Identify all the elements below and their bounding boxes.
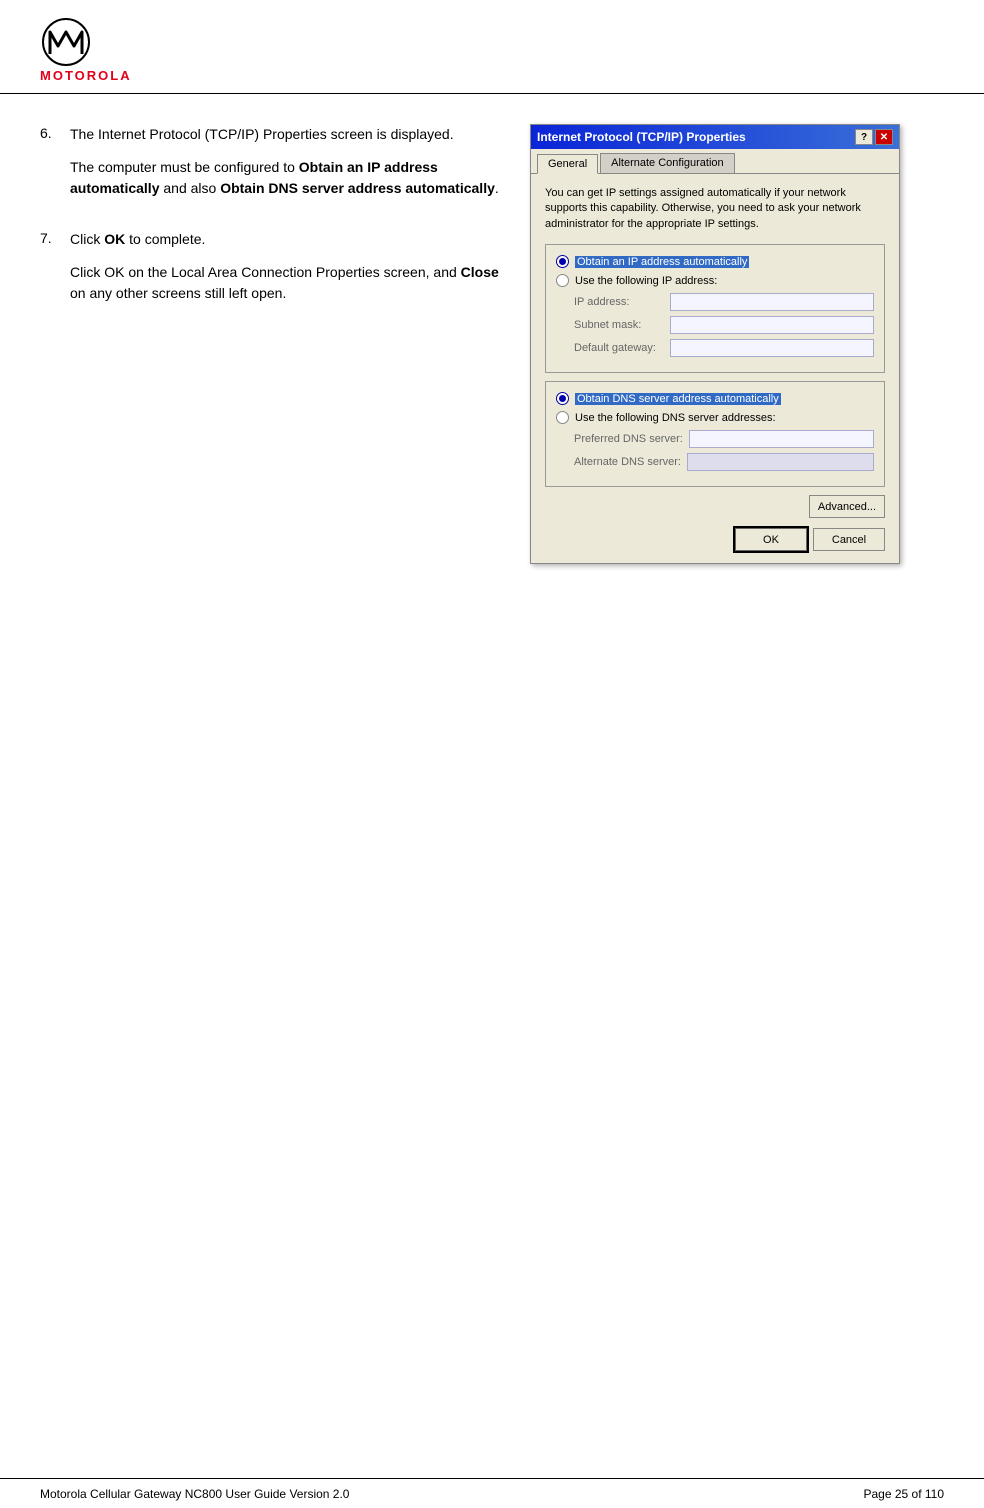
radio-obtain-ip-row: Obtain an IP address automatically [556, 255, 874, 268]
step-7-content: Click OK to complete. Click OK on the Lo… [70, 229, 500, 316]
subnet-mask-input[interactable] [670, 316, 874, 334]
radio-obtain-ip[interactable] [556, 255, 569, 268]
alternate-dns-row: Alternate DNS server: [556, 453, 874, 471]
motorola-logo: MOTOROLA [40, 18, 132, 83]
titlebar-buttons: ? ✕ [855, 129, 893, 145]
alternate-dns-label: Alternate DNS server: [574, 456, 681, 468]
step-6-content: The Internet Protocol (TCP/IP) Propertie… [70, 124, 500, 211]
step-7-number: 7. [40, 229, 60, 316]
dns-section: Obtain DNS server address automatically … [545, 381, 885, 487]
preferred-dns-label: Preferred DNS server: [574, 433, 683, 445]
step-7: 7. Click OK to complete. Click OK on the… [40, 229, 500, 316]
ip-address-row: IP address: [556, 293, 874, 311]
motorola-m-icon [40, 18, 92, 66]
radio-use-dns-row: Use the following DNS server addresses: [556, 411, 874, 424]
help-button[interactable]: ? [855, 129, 873, 145]
preferred-dns-row: Preferred DNS server: [556, 430, 874, 448]
radio-use-ip-row: Use the following IP address: [556, 274, 874, 287]
motorola-text: MOTOROLA [40, 68, 132, 83]
advanced-button[interactable]: Advanced... [809, 495, 885, 518]
radio-obtain-dns-label: Obtain DNS server address automatically [575, 393, 781, 405]
dialog-buttons: OK Cancel [545, 528, 885, 551]
tcpip-properties-dialog: Internet Protocol (TCP/IP) Properties ? … [530, 124, 900, 564]
step-6-para1: The Internet Protocol (TCP/IP) Propertie… [70, 124, 500, 145]
alternate-dns-input[interactable] [687, 453, 874, 471]
step-7-para2: Click OK on the Local Area Connection Pr… [70, 262, 500, 304]
default-gateway-row: Default gateway: [556, 339, 874, 357]
radio-obtain-dns[interactable] [556, 392, 569, 405]
dialog-body: You can get IP settings assigned automat… [531, 174, 899, 563]
radio-use-ip-label: Use the following IP address: [575, 275, 717, 287]
default-gateway-label: Default gateway: [574, 342, 664, 354]
page-header: MOTOROLA [0, 0, 984, 94]
ip-address-section: Obtain an IP address automatically Use t… [545, 244, 885, 373]
ip-address-label: IP address: [574, 296, 664, 308]
radio-obtain-dns-row: Obtain DNS server address automatically [556, 392, 874, 405]
ip-address-input[interactable] [670, 293, 874, 311]
main-content: 6. The Internet Protocol (TCP/IP) Proper… [0, 94, 984, 564]
step-6-para2: The computer must be configured to Obtai… [70, 157, 500, 199]
tab-alternate-config[interactable]: Alternate Configuration [600, 153, 735, 173]
radio-use-dns-label: Use the following DNS server addresses: [575, 412, 776, 424]
tab-general[interactable]: General [537, 154, 598, 174]
subnet-mask-row: Subnet mask: [556, 316, 874, 334]
radio-use-dns[interactable] [556, 411, 569, 424]
default-gateway-input[interactable] [670, 339, 874, 357]
radio-use-ip[interactable] [556, 274, 569, 287]
step-6-number: 6. [40, 124, 60, 211]
close-button[interactable]: ✕ [875, 129, 893, 145]
advanced-row: Advanced... [545, 495, 885, 518]
left-column: 6. The Internet Protocol (TCP/IP) Proper… [40, 124, 500, 564]
page-footer: Motorola Cellular Gateway NC800 User Gui… [0, 1478, 984, 1508]
footer-left: Motorola Cellular Gateway NC800 User Gui… [40, 1487, 349, 1501]
radio-obtain-ip-label: Obtain an IP address automatically [575, 256, 749, 268]
dialog-description: You can get IP settings assigned automat… [545, 186, 885, 232]
right-column: Internet Protocol (TCP/IP) Properties ? … [530, 124, 900, 564]
step-7-para1: Click OK to complete. [70, 229, 500, 250]
dialog-titlebar: Internet Protocol (TCP/IP) Properties ? … [531, 125, 899, 149]
ok-button[interactable]: OK [735, 528, 807, 551]
dialog-title: Internet Protocol (TCP/IP) Properties [537, 130, 746, 144]
subnet-mask-label: Subnet mask: [574, 319, 664, 331]
cancel-button[interactable]: Cancel [813, 528, 885, 551]
dialog-tabs: General Alternate Configuration [531, 149, 899, 174]
footer-right: Page 25 of 110 [863, 1487, 944, 1501]
preferred-dns-input[interactable] [689, 430, 874, 448]
step-6: 6. The Internet Protocol (TCP/IP) Proper… [40, 124, 500, 211]
